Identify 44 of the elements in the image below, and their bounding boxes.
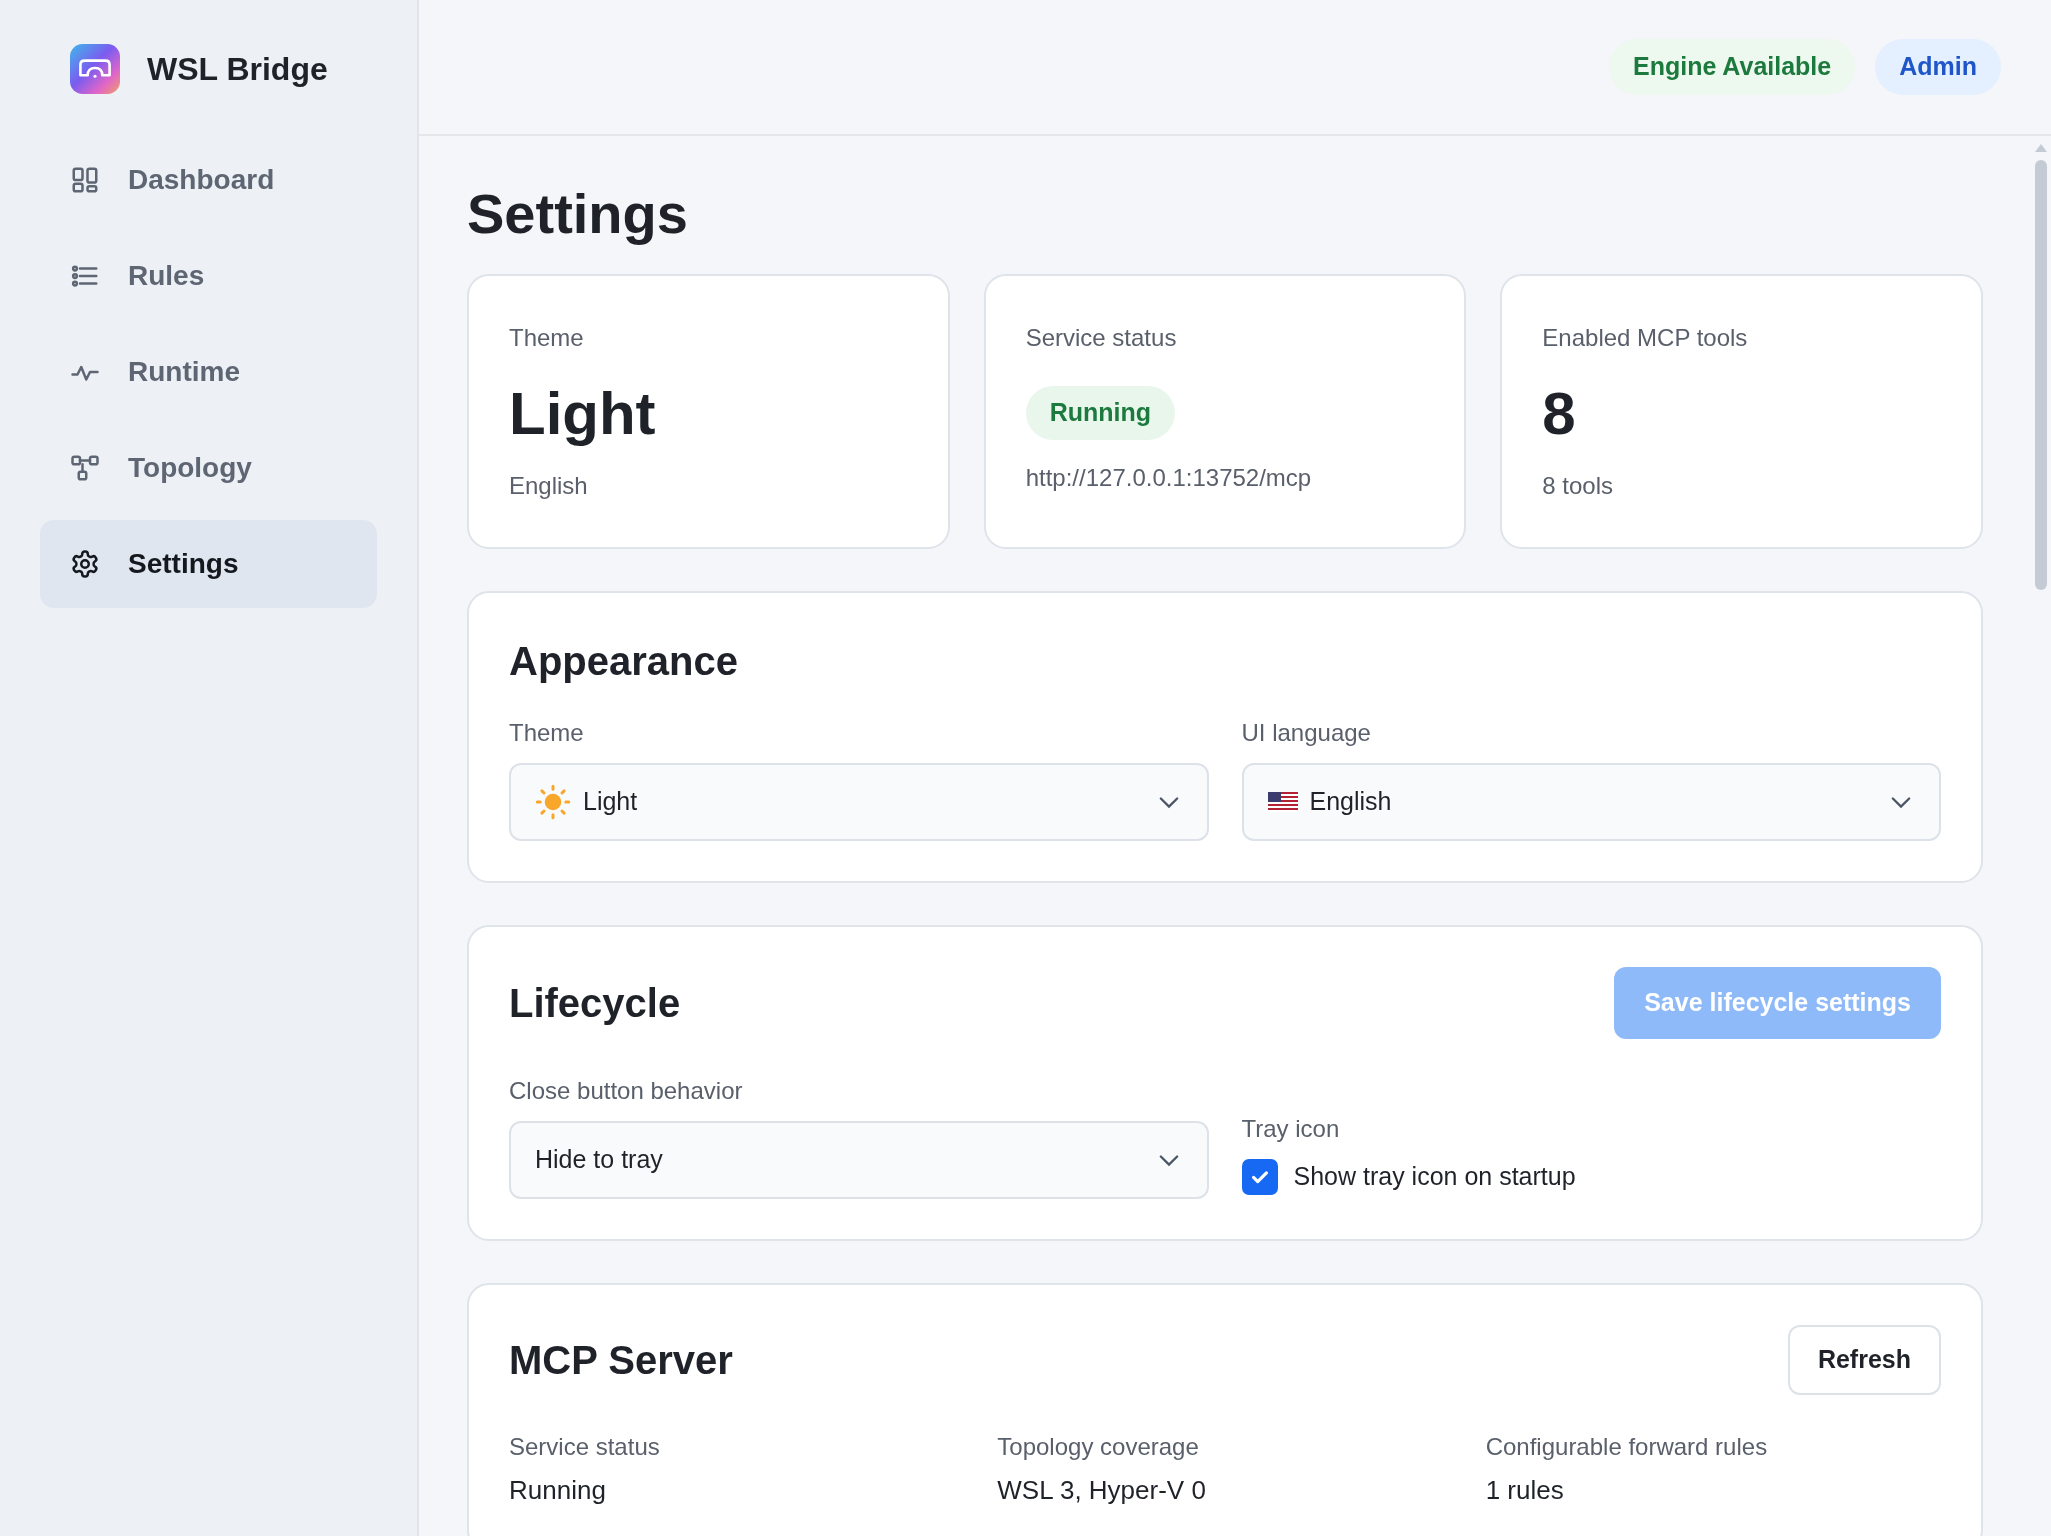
stat-value: Running (509, 1474, 607, 1507)
flag-icon (1267, 792, 1298, 812)
language-select[interactable]: English (1241, 763, 1941, 841)
stat-value: 1 rules (1485, 1474, 1565, 1507)
section-title: Lifecycle (509, 983, 681, 1023)
status-badge: Running (1025, 386, 1175, 440)
logo-icon (70, 44, 120, 94)
checkbox-label: Show tray icon on startup (1293, 1161, 1576, 1193)
field-label: Close button behavior (509, 1076, 744, 1106)
stat-label: Configurable forward rules (1485, 1432, 1769, 1462)
stat-label: Theme (509, 323, 585, 353)
stat-detail: http://127.0.0.1:13752/mcp (1025, 463, 1313, 493)
field-label: Theme (509, 718, 585, 748)
stat-label: Enabled MCP tools (1542, 323, 1749, 353)
sun-icon (535, 784, 571, 820)
section-title: MCP Server (509, 1340, 733, 1380)
close-behavior-select[interactable]: Hide to tray (509, 1121, 1209, 1199)
stat-value: Light (509, 384, 657, 444)
stat-label: Service status (509, 1432, 661, 1462)
field-label: UI language (1241, 718, 1372, 748)
status-badge: Engine Available (1609, 39, 1856, 95)
sidebar-item[interactable]: Runtime (40, 328, 377, 416)
settings-icon (70, 549, 100, 579)
stat-detail: 8 tools (1542, 471, 1615, 501)
stat-label: Topology coverage (997, 1432, 1200, 1462)
theme-select[interactable]: Light (509, 763, 1209, 841)
sidebar-item[interactable]: Topology (40, 424, 377, 512)
stat-label: Service status (1025, 323, 1178, 353)
status-badge: Admin (1875, 39, 2001, 95)
sidebar-item[interactable]: Rules (40, 232, 377, 320)
stat-detail: English (509, 471, 589, 501)
sidebar-item[interactable]: Dashboard (40, 136, 377, 224)
stat-value: 8 (1542, 384, 1577, 444)
sidebar-item[interactable]: Settings (40, 520, 377, 608)
scroll-up-icon (2035, 144, 2047, 152)
scrollbar-thumb[interactable] (2035, 160, 2047, 590)
grid-icon (70, 165, 100, 195)
field-label: Tray icon (1241, 1114, 1341, 1144)
network-icon (70, 453, 100, 483)
refresh-button[interactable]: Refresh (1787, 1325, 1941, 1395)
app-title: WSL Bridge (147, 50, 328, 89)
section-title: Appearance (509, 641, 739, 681)
checkbox[interactable] (1241, 1159, 1278, 1195)
stat-value: WSL 3, Hyper-V 0 (997, 1474, 1207, 1507)
